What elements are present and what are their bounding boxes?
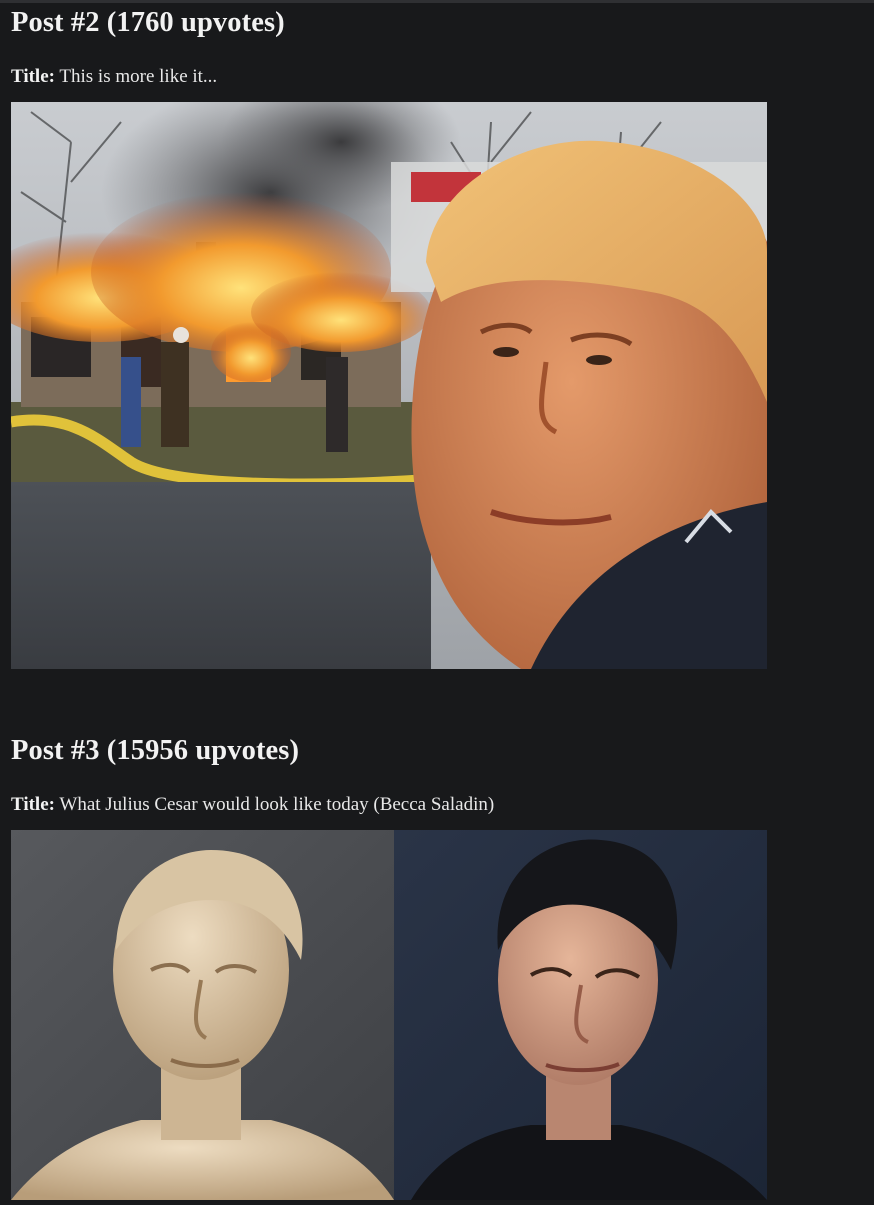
post-title-text: This is more like it...: [54, 66, 218, 87]
top-divider: [0, 0, 874, 3]
post-title-row: Title: This is more like it...: [11, 65, 771, 89]
bust-and-portrait-comparison-photo-icon: [11, 830, 767, 1200]
post-title-label: Title:: [11, 794, 55, 815]
post-heading: Post #3 (15956 upvotes): [11, 735, 300, 766]
post-card: Post #3 (15956 upvotes) Title: What Juli…: [11, 732, 771, 1200]
page: Post #2 (1760 upvotes) Title: This is mo…: [0, 0, 874, 1205]
post-title-text: What Julius Cesar would look like today …: [54, 794, 495, 815]
burning-house-meme-photo-icon: [11, 102, 767, 669]
post-title-label: Title:: [11, 66, 55, 87]
post-heading: Post #2 (1760 upvotes): [11, 7, 285, 38]
post-image[interactable]: [11, 830, 767, 1200]
post-title-row: Title: What Julius Cesar would look like…: [11, 793, 771, 817]
post-image[interactable]: [11, 102, 767, 669]
post-card: Post #2 (1760 upvotes) Title: This is mo…: [11, 4, 771, 669]
